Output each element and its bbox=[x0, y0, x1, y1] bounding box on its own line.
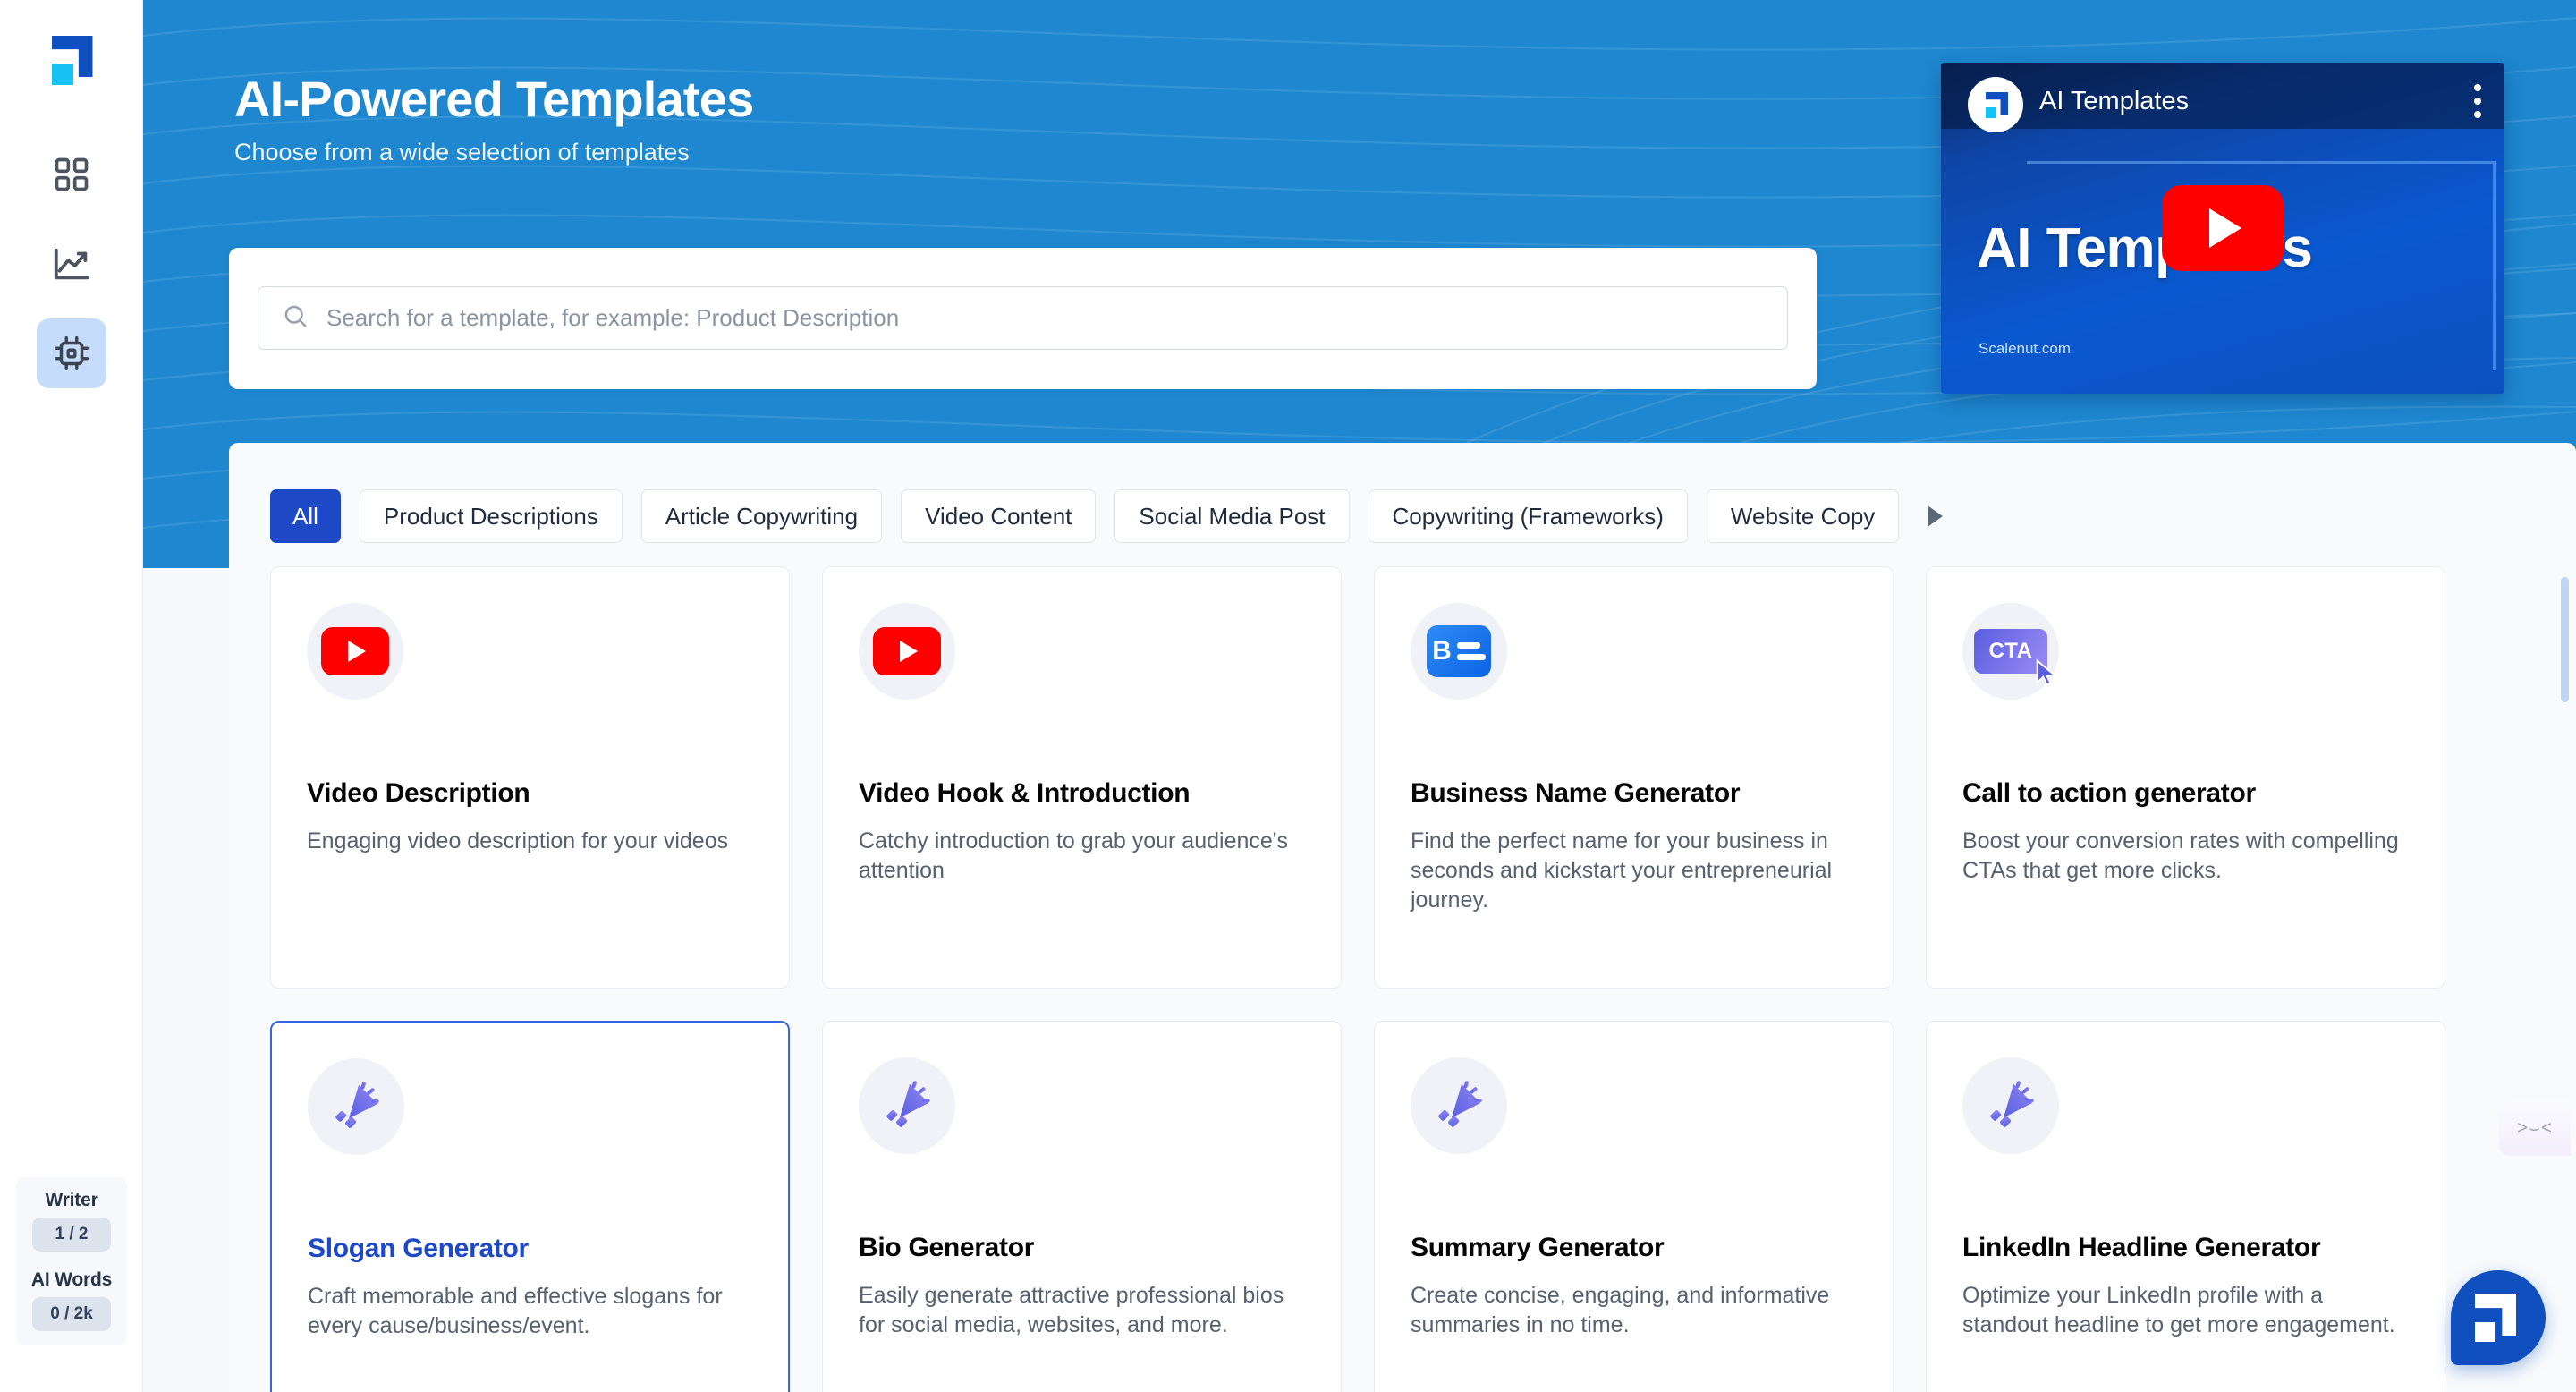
writer-usage-pill: 1 / 2 bbox=[32, 1218, 111, 1252]
avatar bbox=[1968, 77, 2023, 132]
sidebar-item-ai-templates[interactable] bbox=[36, 318, 106, 388]
chevron-right-icon[interactable] bbox=[1918, 489, 1952, 543]
megaphone-icon bbox=[1438, 1081, 1482, 1127]
search-input[interactable] bbox=[326, 304, 1764, 332]
page-title: AI-Powered Templates bbox=[234, 71, 754, 127]
template-card-summary-generator[interactable]: Summary Generator Create concise, engagi… bbox=[1374, 1021, 1894, 1392]
main-area: AI-Powered Templates Choose from a wide … bbox=[143, 0, 2576, 1392]
template-icon-wrap bbox=[308, 1058, 404, 1155]
video-preview-card[interactable]: AI Templates Scalenut.com AI Templates bbox=[1941, 63, 2504, 394]
ai-words-usage-pill: 0 / 2k bbox=[32, 1297, 111, 1331]
megaphone-icon bbox=[886, 1081, 930, 1127]
kebab-menu-icon[interactable] bbox=[2474, 84, 2481, 124]
business-card-icon: B bbox=[1427, 625, 1491, 677]
template-icon-wrap bbox=[859, 603, 955, 700]
writer-label: Writer bbox=[45, 1190, 98, 1210]
template-icon-wrap: CTA bbox=[1962, 603, 2059, 700]
megaphone-icon bbox=[1990, 1081, 2034, 1127]
megaphone-icon bbox=[335, 1082, 379, 1128]
sidebar-item-analytics[interactable] bbox=[37, 229, 106, 299]
sidebar-nav bbox=[36, 140, 106, 388]
sidebar-item-dashboard[interactable] bbox=[37, 140, 106, 209]
video-watermark: Scalenut.com bbox=[1979, 340, 2071, 357]
video-topbar bbox=[1941, 63, 2504, 129]
video-channel-name: AI Templates bbox=[2039, 87, 2190, 115]
chip-icon bbox=[51, 333, 92, 374]
youtube-play-icon[interactable] bbox=[2162, 185, 2284, 271]
template-title: Call to action generator bbox=[1962, 778, 2256, 808]
tab-all[interactable]: All bbox=[270, 489, 341, 543]
template-icon-wrap: B bbox=[1411, 603, 1507, 700]
template-title: LinkedIn Headline Generator bbox=[1962, 1233, 2321, 1262]
usage-panel: Writer 1 / 2 AI Words 0 / 2k bbox=[16, 1177, 127, 1345]
grid-icon bbox=[52, 155, 91, 194]
template-card-call-to-action-generator[interactable]: CTA Call to action generator Boost your … bbox=[1926, 566, 2445, 989]
scalenut-logo-icon[interactable] bbox=[47, 34, 97, 85]
template-card-bio-generator[interactable]: Bio Generator Easily generate attractive… bbox=[822, 1021, 1342, 1392]
vertical-scrollbar[interactable] bbox=[2561, 577, 2569, 702]
cursor-icon bbox=[2036, 658, 2057, 686]
templates-scroll-area[interactable]: Video Description Engaging video descrip… bbox=[229, 566, 2576, 1392]
template-icon-wrap bbox=[1411, 1057, 1507, 1154]
tab-website-copy[interactable]: Website Copy bbox=[1706, 489, 1900, 543]
search-icon bbox=[282, 302, 309, 334]
template-description: Create concise, engaging, and informativ… bbox=[1411, 1283, 1830, 1337]
template-icon-wrap bbox=[859, 1057, 955, 1154]
tab-social-media-post[interactable]: Social Media Post bbox=[1114, 489, 1350, 543]
template-description: Craft memorable and effective slogans fo… bbox=[308, 1284, 723, 1338]
scalenut-assistant-button[interactable] bbox=[2451, 1270, 2546, 1365]
template-description: Boost your conversion rates with compell… bbox=[1962, 828, 2399, 883]
logo-shape-small bbox=[51, 64, 73, 85]
scalenut-logo-icon bbox=[1982, 91, 2009, 118]
templates-grid: Video Description Engaging video descrip… bbox=[229, 566, 2576, 1392]
template-icon-wrap bbox=[1962, 1057, 2059, 1154]
template-title: Video Hook & Introduction bbox=[859, 778, 1191, 808]
tab-video-content[interactable]: Video Content bbox=[901, 489, 1097, 543]
youtube-icon bbox=[873, 627, 941, 675]
app-root: Writer 1 / 2 AI Words 0 / 2k AI-Powered … bbox=[0, 0, 2576, 1392]
templates-panel: All Product Descriptions Article Copywri… bbox=[229, 443, 2576, 1392]
tab-product-descriptions[interactable]: Product Descriptions bbox=[359, 489, 623, 543]
template-title: Video Description bbox=[307, 778, 530, 808]
template-title: Slogan Generator bbox=[308, 1234, 529, 1263]
cta-cursor-icon: CTA bbox=[1974, 629, 2057, 686]
template-description: Catchy introduction to grab your audienc… bbox=[859, 828, 1289, 883]
template-card-video-description[interactable]: Video Description Engaging video descrip… bbox=[270, 566, 790, 989]
ai-words-label: AI Words bbox=[30, 1269, 113, 1290]
page-subtitle: Choose from a wide selection of template… bbox=[234, 139, 690, 166]
template-card-linkedin-headline-generator[interactable]: LinkedIn Headline Generator Optimize you… bbox=[1926, 1021, 2445, 1392]
template-title: Summary Generator bbox=[1411, 1233, 1665, 1262]
template-icon-wrap bbox=[307, 603, 403, 700]
trending-up-icon bbox=[51, 243, 92, 284]
sidebar: Writer 1 / 2 AI Words 0 / 2k bbox=[0, 0, 143, 1392]
youtube-icon bbox=[321, 627, 389, 675]
template-card-video-hook-introduction[interactable]: Video Hook & Introduction Catchy introdu… bbox=[822, 566, 1342, 989]
scalenut-logo-icon bbox=[2475, 1294, 2521, 1342]
template-description: Optimize your LinkedIn profile with a st… bbox=[1962, 1283, 2395, 1337]
template-card-business-name-generator[interactable]: B Business Name Generator Find the perfe… bbox=[1374, 566, 1894, 989]
template-description: Engaging video description for your vide… bbox=[307, 828, 729, 853]
template-title: Bio Generator bbox=[859, 1233, 1035, 1262]
template-description: Easily generate attractive professional … bbox=[859, 1283, 1284, 1337]
tab-copywriting-frameworks[interactable]: Copywriting (Frameworks) bbox=[1368, 489, 1688, 543]
search-box[interactable] bbox=[258, 286, 1788, 350]
template-description: Find the perfect name for your business … bbox=[1411, 828, 1833, 912]
tab-article-copywriting[interactable]: Article Copywriting bbox=[640, 489, 883, 543]
search-card bbox=[229, 248, 1817, 389]
template-card-slogan-generator[interactable]: Slogan Generator Craft memorable and eff… bbox=[270, 1021, 790, 1392]
template-title: Business Name Generator bbox=[1411, 778, 1741, 808]
category-tabs: All Product Descriptions Article Copywri… bbox=[229, 484, 2576, 548]
reaction-chip[interactable]: >⌣< bbox=[2499, 1100, 2571, 1156]
